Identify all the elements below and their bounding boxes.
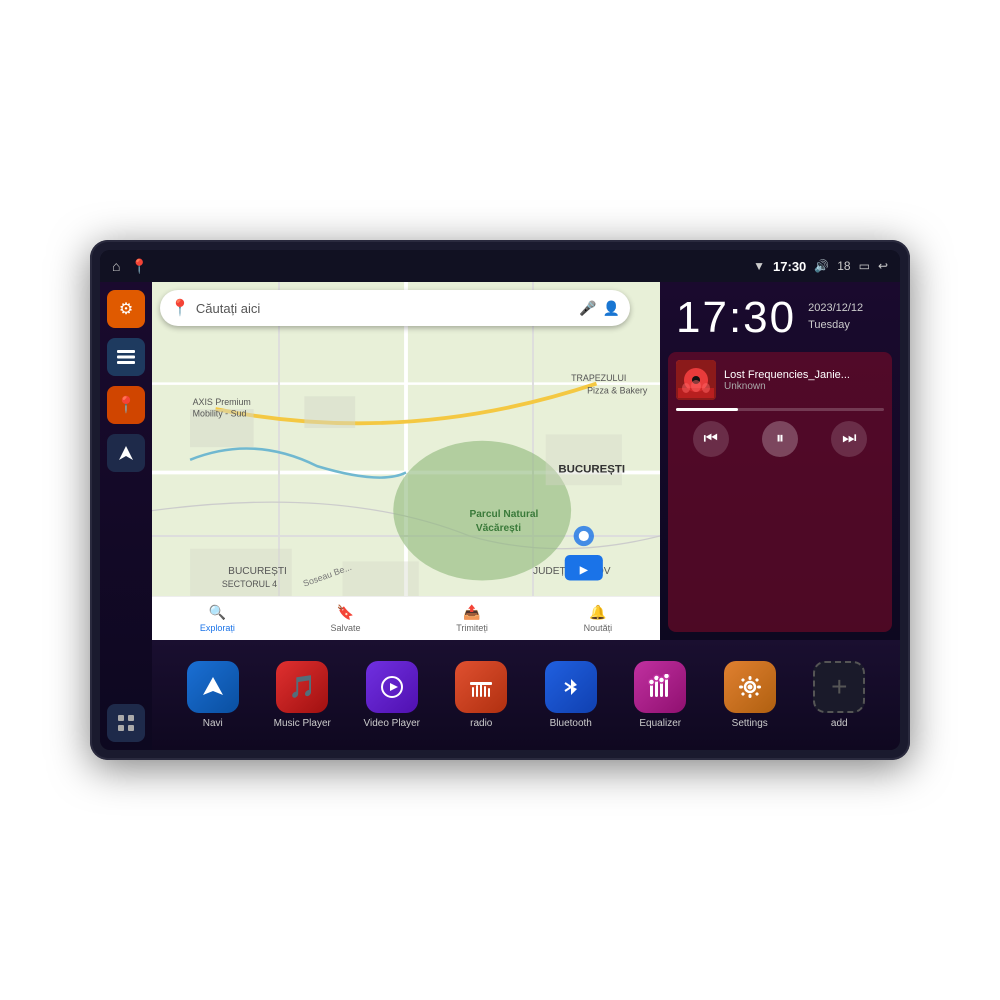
app-grid: Navi 🎵 Music Player (152, 640, 900, 750)
sidebar-map-button[interactable]: 📍 (107, 386, 145, 424)
clock-day-value: Tuesday (808, 317, 863, 334)
app-bluetooth-label: Bluetooth (550, 718, 592, 729)
svg-text:Mobility - Sud: Mobility - Sud (193, 409, 247, 419)
svg-text:Pizza & Bakery: Pizza & Bakery (587, 386, 648, 396)
prev-button[interactable]: ⏮ (693, 421, 729, 457)
map-nav-news-label: Noutăți (584, 623, 613, 633)
music-text: Lost Frequencies_Janie... Unknown (724, 369, 884, 392)
microphone-icon[interactable]: 🎤 (579, 300, 596, 317)
album-art (676, 360, 716, 400)
volume-icon: 🔊 (814, 259, 829, 273)
sidebar-archive-button[interactable] (107, 338, 145, 376)
app-equalizer[interactable]: Equalizer (624, 661, 696, 729)
svg-text:AXIS Premium: AXIS Premium (193, 397, 251, 407)
map-nav-saved-label: Salvate (331, 623, 361, 633)
app-radio-label: radio (470, 718, 492, 729)
sidebar-settings-button[interactable]: ⚙ (107, 290, 145, 328)
clock-status: 17:30 (773, 259, 806, 274)
progress-bar[interactable] (676, 408, 884, 411)
account-icon[interactable]: 👤 (603, 300, 620, 317)
music-player-section: Lost Frequencies_Janie... Unknown ⏮ ⏸ (668, 352, 892, 632)
music-info: Lost Frequencies_Janie... Unknown (676, 360, 884, 400)
map-nav-explore-label: Explorați (200, 623, 235, 633)
map-nav-explore[interactable]: 🔍 Explorați (200, 604, 235, 633)
map-nav-news[interactable]: 🔔 Noutăți (584, 604, 613, 633)
battery-level: 18 (837, 259, 850, 273)
status-right-icons: ▼ 17:30 🔊 18 ▭ ↩ (753, 259, 888, 274)
app-add-label: add (831, 718, 848, 729)
clock-date-value: 2023/12/12 (808, 300, 863, 317)
device-frame: ⌂ 📍 ▼ 17:30 🔊 18 ▭ ↩ ⚙ (90, 240, 910, 760)
clock-date-display: 2023/12/12 Tuesday (808, 296, 863, 333)
sidebar-grid-button[interactable] (107, 704, 145, 742)
app-radio[interactable]: radio (445, 661, 517, 729)
svg-text:Văcărești: Văcărești (476, 523, 521, 534)
app-settings-label: Settings (732, 718, 768, 729)
app-equalizer-label: Equalizer (639, 718, 681, 729)
app-navi-label: Navi (203, 718, 223, 729)
status-left-icons: ⌂ 📍 (112, 258, 148, 275)
svg-text:BUCUREȘTI: BUCUREȘTI (228, 566, 287, 577)
sidebar-nav-button[interactable] (107, 434, 145, 472)
map-icon[interactable]: 📍 (130, 258, 147, 275)
map-nav-share[interactable]: 📤 Trimiteți (456, 604, 488, 633)
clock-time-display: 17:30 (676, 296, 796, 340)
play-pause-button[interactable]: ⏸ (762, 421, 798, 457)
map-bottom-nav: 🔍 Explorați 🔖 Salvate 📤 Trimiteți (152, 596, 660, 640)
home-icon[interactable]: ⌂ (112, 258, 120, 274)
map-search-bar[interactable]: 📍 Căutați aici 🎤 👤 (160, 290, 630, 326)
player-panel: 17:30 2023/12/12 Tuesday (660, 282, 900, 640)
map-container[interactable]: AXIS Premium Mobility - Sud TRAPEZULUI P… (152, 282, 660, 640)
map-search-actions: 🎤 👤 (579, 300, 620, 317)
progress-fill (676, 408, 738, 411)
app-video-label: Video Player (363, 718, 420, 729)
google-maps-pin-icon: 📍 (170, 298, 190, 318)
next-button[interactable]: ⏭ (831, 421, 867, 457)
content-area: AXIS Premium Mobility - Sud TRAPEZULUI P… (152, 282, 900, 750)
map-search-placeholder: Căutați aici (196, 301, 579, 316)
main-area: ⚙ 📍 (100, 282, 900, 750)
app-bluetooth[interactable]: Bluetooth (535, 661, 607, 729)
status-bar: ⌂ 📍 ▼ 17:30 🔊 18 ▭ ↩ (100, 250, 900, 282)
app-add[interactable]: + add (803, 661, 875, 729)
left-sidebar: ⚙ 📍 (100, 282, 152, 750)
app-settings[interactable]: Settings (714, 661, 786, 729)
back-icon[interactable]: ↩ (878, 259, 888, 273)
clock-section: 17:30 2023/12/12 Tuesday (660, 282, 900, 348)
map-nav-saved[interactable]: 🔖 Salvate (331, 604, 361, 633)
app-music-player[interactable]: 🎵 Music Player (266, 661, 338, 729)
svg-text:▶: ▶ (579, 565, 589, 576)
top-row: AXIS Premium Mobility - Sud TRAPEZULUI P… (152, 282, 900, 640)
svg-text:Parcul Natural: Parcul Natural (470, 509, 539, 520)
svg-text:BUCUREȘTI: BUCUREȘTI (558, 464, 625, 476)
app-navi[interactable]: Navi (177, 661, 249, 729)
svg-text:SECTORUL 4: SECTORUL 4 (222, 579, 277, 589)
wifi-icon: ▼ (753, 259, 765, 273)
music-controls: ⏮ ⏸ ⏭ (676, 421, 884, 457)
device-screen: ⌂ 📍 ▼ 17:30 🔊 18 ▭ ↩ ⚙ (100, 250, 900, 750)
music-artist: Unknown (724, 381, 884, 392)
battery-icon: ▭ (859, 259, 870, 273)
music-title: Lost Frequencies_Janie... (724, 369, 884, 381)
app-video-player[interactable]: Video Player (356, 661, 428, 729)
app-music-label: Music Player (274, 718, 331, 729)
svg-text:TRAPEZULUI: TRAPEZULUI (571, 373, 626, 383)
map-nav-share-label: Trimiteți (456, 623, 488, 633)
